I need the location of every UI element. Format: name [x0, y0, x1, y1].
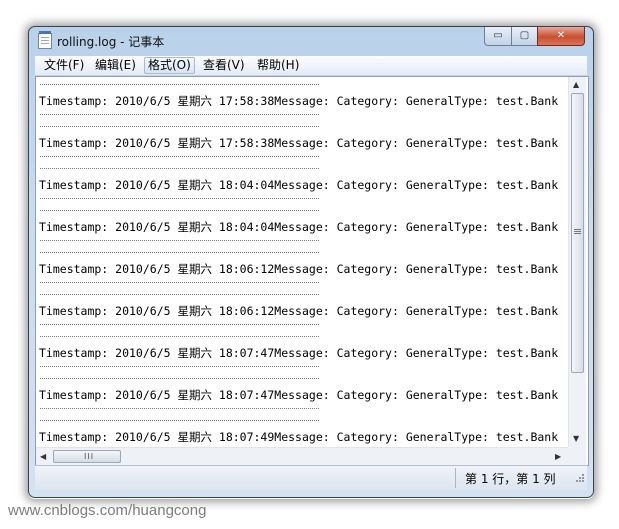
resize-grip-icon[interactable]	[573, 473, 585, 485]
cursor-position: 第 1 行，第 1 列	[465, 472, 556, 486]
menu-file[interactable]: 文件(F)	[41, 58, 87, 73]
horizontal-scroll-thumb[interactable]: III	[53, 450, 121, 463]
log-line: Timestamp: 2010/6/5 星期六 18:04:04Message:…	[39, 178, 559, 192]
log-line: Timestamp: 2010/6/5 星期六 17:58:38Message:…	[39, 136, 559, 150]
separator-line	[40, 114, 319, 115]
horizontal-grip-icon: III	[84, 452, 95, 461]
scroll-up-arrow-icon[interactable]: ▲	[573, 80, 579, 89]
log-line: Timestamp: 2010/6/5 星期六 18:07:47Message:…	[39, 346, 559, 360]
menu-view[interactable]: 查看(V)	[200, 58, 248, 73]
separator-line	[40, 294, 319, 295]
status-divider	[455, 468, 456, 488]
log-line: Timestamp: 2010/6/5 星期六 18:06:12Message:…	[39, 304, 559, 318]
separator-line	[40, 366, 319, 367]
close-icon: ✕	[556, 30, 566, 41]
close-button[interactable]: ✕	[537, 27, 585, 46]
menu-bar: 文件(F) 编辑(E) 格式(O) 查看(V) 帮助(H)	[35, 56, 587, 76]
text-editor[interactable]: Timestamp: 2010/6/5 星期六 17:58:38Message:…	[35, 76, 589, 466]
status-bar: 第 1 行，第 1 列	[35, 465, 587, 490]
scroll-right-arrow-icon[interactable]: ▶	[555, 452, 561, 461]
horizontal-scrollbar[interactable]: ◀ III ▶	[36, 447, 568, 465]
menu-help[interactable]: 帮助(H)	[254, 58, 302, 73]
separator-line	[40, 198, 319, 199]
separator-line	[40, 156, 319, 157]
text-content[interactable]: Timestamp: 2010/6/5 星期六 17:58:38Message:…	[36, 77, 568, 447]
maximize-button[interactable]: ▢	[511, 27, 538, 46]
log-line: Timestamp: 2010/6/5 星期六 18:07:47Message:…	[39, 388, 559, 402]
vertical-scrollbar[interactable]: ▲ ▼	[568, 77, 586, 447]
menu-format[interactable]: 格式(O)	[144, 57, 195, 74]
separator-line	[40, 378, 319, 379]
site-watermark: www.cnblogs.com/huangcong	[8, 502, 207, 519]
separator-line	[40, 252, 319, 253]
vertical-scroll-thumb[interactable]	[571, 93, 584, 373]
window-title: rolling.log - 记事本	[57, 35, 165, 49]
vertical-grip-icon	[574, 229, 581, 230]
log-line: Timestamp: 2010/6/5 星期六 18:04:04Message:…	[39, 220, 559, 234]
notepad-app-icon[interactable]	[38, 31, 52, 49]
scroll-left-arrow-icon[interactable]: ◀	[40, 452, 46, 461]
log-line: Timestamp: 2010/6/5 星期六 17:58:38Message:…	[39, 94, 559, 108]
scroll-down-arrow-icon[interactable]: ▼	[573, 434, 579, 443]
minimize-icon: ▭	[493, 30, 503, 41]
separator-line	[40, 420, 319, 421]
separator-line	[40, 336, 319, 337]
minimize-button[interactable]: ▭	[484, 27, 512, 46]
separator-line	[40, 126, 319, 127]
scrollbar-corner	[568, 447, 586, 465]
notepad-window: rolling.log - 记事本 ▭ ▢ ✕ 文件(F) 编辑(E) 格式(O…	[28, 26, 594, 498]
separator-line	[40, 324, 319, 325]
log-line: Timestamp: 2010/6/5 星期六 18:06:12Message:…	[39, 262, 559, 276]
separator-line	[40, 408, 319, 409]
title-bar[interactable]: rolling.log - 记事本 ▭ ▢ ✕	[29, 27, 593, 55]
menu-edit[interactable]: 编辑(E)	[92, 58, 139, 73]
maximize-icon: ▢	[519, 30, 530, 41]
log-line: Timestamp: 2010/6/5 星期六 18:07:49Message:…	[39, 430, 559, 444]
separator-line	[40, 84, 319, 85]
separator-line	[40, 210, 319, 211]
separator-line	[40, 282, 319, 283]
separator-line	[40, 240, 319, 241]
separator-line	[40, 168, 319, 169]
